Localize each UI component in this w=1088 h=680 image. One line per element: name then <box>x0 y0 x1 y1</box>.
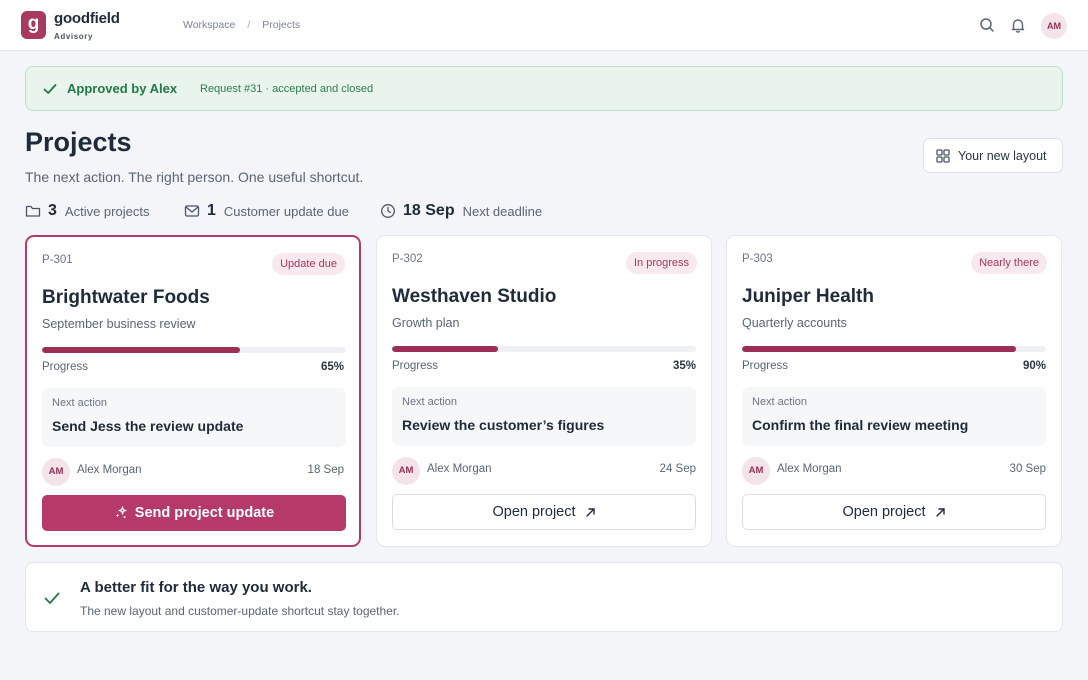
progress-bar <box>42 347 346 353</box>
note-body: The new layout and customer-update short… <box>80 604 400 618</box>
breadcrumb-projects[interactable]: Projects <box>262 19 300 31</box>
your-new-layout-button[interactable]: Your new layout <box>923 138 1063 173</box>
project-code: P-302 <box>392 253 423 265</box>
layout-button-label: Your new layout <box>958 149 1047 163</box>
stat-label: Customer update due <box>223 203 349 219</box>
next-action-label: Next action <box>52 397 108 409</box>
next-action-text: Review the customer’s figures <box>402 417 605 433</box>
layout-note: A better fit for the way you work. The n… <box>25 562 1063 632</box>
status-badge: In progress <box>625 252 697 274</box>
search-icon[interactable] <box>978 16 996 34</box>
folder-icon <box>25 205 41 217</box>
owner-avatar: AM <box>42 458 70 486</box>
next-action-label: Next action <box>752 396 808 408</box>
progress-label: Progress <box>392 360 439 372</box>
page-title: Projects <box>25 127 132 157</box>
project-card-p-303[interactable]: P-303 Nearly there Juniper Health Quarte… <box>726 235 1062 547</box>
page-subtitle: The next action. The right person. One u… <box>25 169 364 185</box>
progress-fill <box>42 347 240 353</box>
approval-banner: Approved by Alex Request #31 · accepted … <box>25 66 1063 111</box>
stat-value: 1 <box>207 202 216 219</box>
mail-icon <box>184 205 200 217</box>
project-name[interactable]: Juniper Health <box>742 286 874 308</box>
next-action-label: Next action <box>402 396 458 408</box>
breadcrumb: Workspace / Projects <box>183 19 300 31</box>
stat-value: 18 Sep <box>403 202 455 219</box>
open-project-button[interactable]: Open project <box>392 494 696 530</box>
progress-label: Progress <box>742 360 789 372</box>
breadcrumb-separator: / <box>247 19 251 31</box>
next-action-box: Next action Review the customer’s figure… <box>392 387 696 446</box>
external-link-icon <box>935 507 945 517</box>
banner-detail: Request #31 · accepted and closed <box>200 83 374 95</box>
user-avatar[interactable]: AM <box>1041 13 1067 39</box>
owner-avatar: AM <box>742 457 770 485</box>
button-label: Open project <box>492 504 576 520</box>
grid-icon <box>936 149 950 163</box>
brand-logo[interactable]: g <box>21 11 46 39</box>
button-label: Send project update <box>134 505 275 521</box>
clock-icon <box>381 204 395 218</box>
check-icon <box>43 84 57 94</box>
project-description: Quarterly accounts <box>742 316 847 330</box>
next-action-box: Next action Send Jess the review update <box>42 388 346 447</box>
progress-label: Progress <box>42 361 89 373</box>
progress-percent: 35% <box>672 360 696 372</box>
button-label: Open project <box>842 504 926 520</box>
owner-name: Alex Morgan <box>777 463 842 475</box>
progress-bar <box>392 346 696 352</box>
project-description: Growth plan <box>392 316 460 330</box>
stat-customer-update: 1 Customer update due <box>184 201 349 221</box>
stat-label: Next deadline <box>462 203 543 219</box>
brand-name: goodfield <box>54 10 120 27</box>
project-name[interactable]: Brightwater Foods <box>42 287 210 309</box>
bell-icon[interactable] <box>1009 16 1027 34</box>
stat-value: 3 <box>48 202 57 219</box>
due-date: 18 Sep <box>307 464 344 476</box>
banner-title: Approved by Alex <box>67 81 178 96</box>
project-name[interactable]: Westhaven Studio <box>392 286 556 308</box>
progress-percent: 90% <box>1022 360 1046 372</box>
project-code: P-301 <box>42 254 73 266</box>
next-action-text: Confirm the final review meeting <box>752 417 969 433</box>
sparkle-icon <box>115 506 127 518</box>
due-date: 24 Sep <box>659 463 696 475</box>
owner-name: Alex Morgan <box>77 464 142 476</box>
note-title: A better fit for the way you work. <box>80 579 312 596</box>
breadcrumb-workspace[interactable]: Workspace <box>183 19 235 31</box>
due-date: 30 Sep <box>1009 463 1046 475</box>
progress-bar <box>742 346 1046 352</box>
external-link-icon <box>585 507 595 517</box>
progress-fill <box>392 346 499 352</box>
check-icon <box>44 592 60 604</box>
project-description: September business review <box>42 317 196 331</box>
stat-active-projects: 3 Active projects <box>25 201 149 221</box>
next-action-text: Send Jess the review update <box>52 418 244 434</box>
project-card-p-301[interactable]: P-301 Update due Brightwater Foods Septe… <box>25 235 361 547</box>
brand-subtitle: Advisory <box>54 32 94 41</box>
status-badge: Update due <box>272 253 345 275</box>
owner-avatar: AM <box>392 457 420 485</box>
progress-fill <box>742 346 1016 352</box>
stat-label: Active projects <box>64 203 150 219</box>
progress-percent: 65% <box>320 361 344 373</box>
project-card-p-302[interactable]: P-302 In progress Westhaven Studio Growt… <box>376 235 712 547</box>
top-bar: g goodfield Advisory Workspace / Project… <box>0 0 1088 51</box>
status-badge: Nearly there <box>971 252 1047 274</box>
next-action-box: Next action Confirm the final review mee… <box>742 387 1046 446</box>
open-project-button[interactable]: Open project <box>742 494 1046 530</box>
owner-name: Alex Morgan <box>427 463 492 475</box>
stat-next-deadline: 18 Sep Next deadline <box>380 201 542 221</box>
send-project-update-button[interactable]: Send project update <box>42 495 346 531</box>
project-code: P-303 <box>742 253 773 265</box>
